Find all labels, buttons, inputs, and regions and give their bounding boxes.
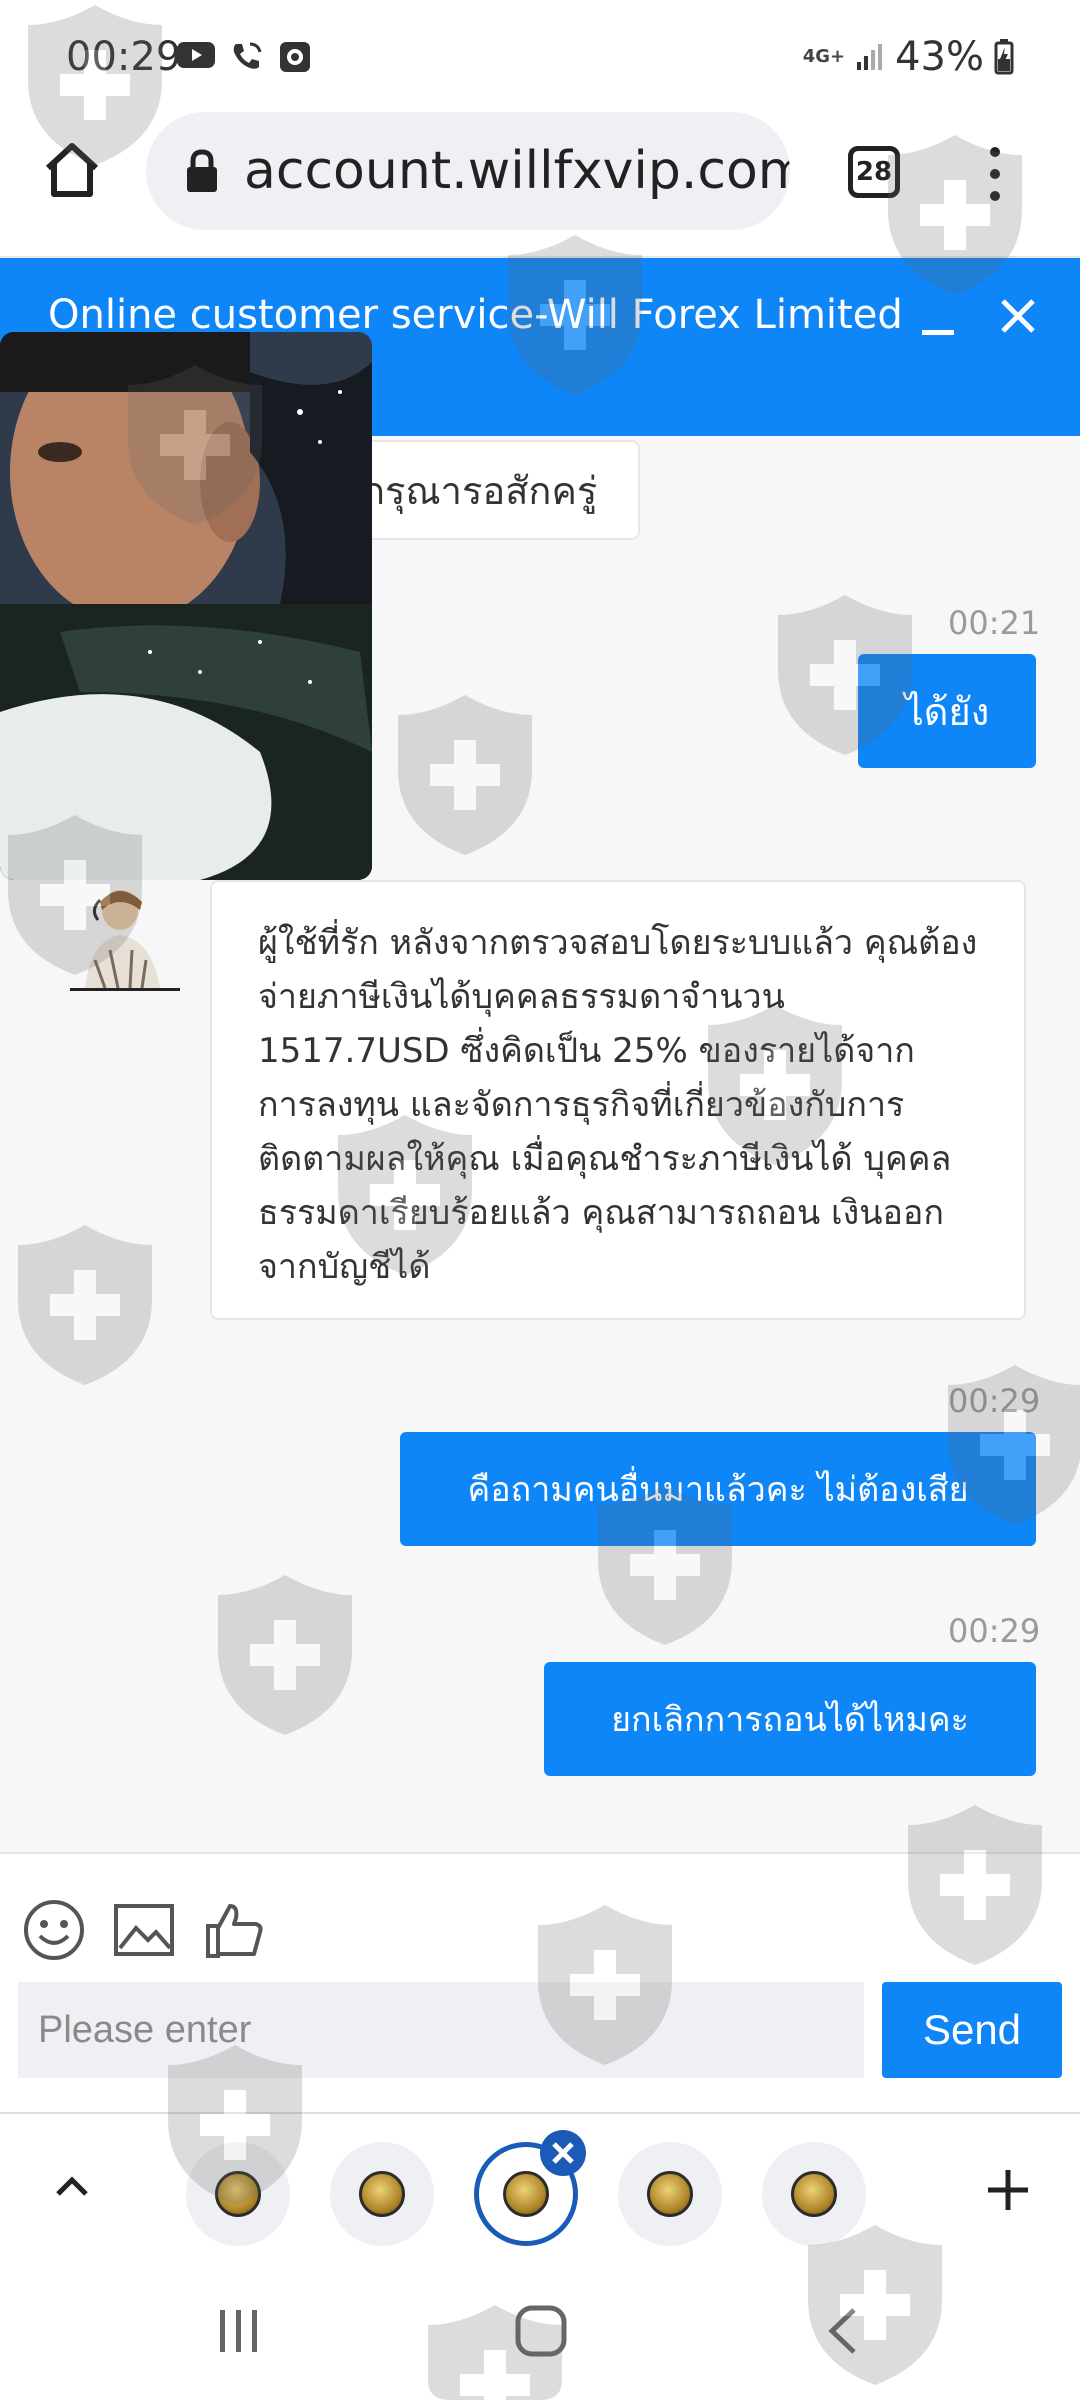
message-time: 00:29 (948, 1382, 1041, 1420)
message-text: ได้ยัง (904, 689, 990, 734)
composer: Send (0, 1852, 1080, 2114)
tab-count-button[interactable]: 28 (848, 146, 900, 198)
message-text: ผู้ใช้ที่รัก หลังจากตรวจสอบโดยระบบแล้ว ค… (258, 923, 978, 1287)
address-bar[interactable]: account.willfxvip.com (146, 112, 790, 230)
recents-icon[interactable] (214, 2306, 264, 2356)
url-text: account.willfxvip.com (244, 141, 790, 201)
wifi-call-icon (233, 42, 262, 69)
minimize-icon[interactable] (920, 314, 956, 350)
tab-thumbnail[interactable] (762, 2142, 866, 2246)
back-icon[interactable] (820, 2304, 864, 2358)
tab-thumbnail[interactable] (618, 2142, 722, 2246)
notification-icons (176, 40, 312, 74)
signal-icon (857, 44, 883, 70)
tab-switcher-bar (0, 2112, 1080, 2262)
lock-icon (187, 149, 217, 192)
agent-avatar-image (70, 880, 180, 988)
message-input[interactable] (18, 1982, 864, 2078)
message-time: 00:21 (948, 604, 1041, 642)
message-bubble-outgoing: ยกเลิกการถอนได้ไหมคะ (544, 1662, 1036, 1776)
site-logo-icon (215, 2171, 261, 2217)
new-tab-icon[interactable] (984, 2166, 1032, 2214)
message-time: 00:29 (948, 1612, 1041, 1650)
message-bubble-outgoing: ได้ยัง (858, 654, 1036, 768)
home-icon[interactable] (40, 138, 104, 202)
video-call-preview[interactable] (0, 332, 372, 880)
video-preview-image (0, 332, 372, 880)
battery-percent: 43% (895, 34, 984, 80)
close-icon[interactable] (998, 296, 1038, 336)
message-text: ยกเลิกการถอนได้ไหมคะ (611, 1700, 969, 1740)
site-logo-icon (647, 2171, 693, 2217)
tab-thumbnail[interactable] (186, 2142, 290, 2246)
battery-icon (994, 39, 1014, 75)
menu-dots-icon[interactable] (980, 144, 1010, 204)
emoji-icon[interactable] (22, 1898, 86, 1962)
message-bubble-incoming: ผู้ใช้ที่รัก หลังจากตรวจสอบโดยระบบแล้ว ค… (210, 880, 1026, 1320)
youtube-icon (177, 42, 215, 68)
browser-toolbar: account.willfxvip.com 28 (0, 110, 1080, 258)
camera-app-icon (280, 42, 310, 72)
home-nav-icon[interactable] (514, 2304, 568, 2358)
clock: 00:29 (66, 34, 182, 80)
thumbs-up-icon[interactable] (202, 1898, 266, 1962)
site-logo-icon (359, 2171, 405, 2217)
agent-avatar (70, 880, 180, 991)
status-right: 4G+ 43% (803, 34, 1014, 80)
message-text: คือถามคนอื่นมาแล้วคะ ไม่ต้องเสีย (467, 1470, 969, 1510)
chevron-up-icon[interactable] (52, 2166, 92, 2206)
site-logo-icon (791, 2171, 837, 2217)
close-tab-icon[interactable] (538, 2128, 588, 2178)
send-button[interactable]: Send (882, 1982, 1062, 2078)
system-navigation-bar (0, 2258, 1080, 2400)
message-bubble-outgoing: คือถามคนอื่นมาแล้วคะ ไม่ต้องเสีย (400, 1432, 1036, 1546)
image-icon[interactable] (112, 1898, 176, 1962)
network-type: 4G+ (802, 46, 846, 67)
tab-thumbnail[interactable] (330, 2142, 434, 2246)
status-bar: 00:29 4G+ 43% (0, 0, 1080, 110)
